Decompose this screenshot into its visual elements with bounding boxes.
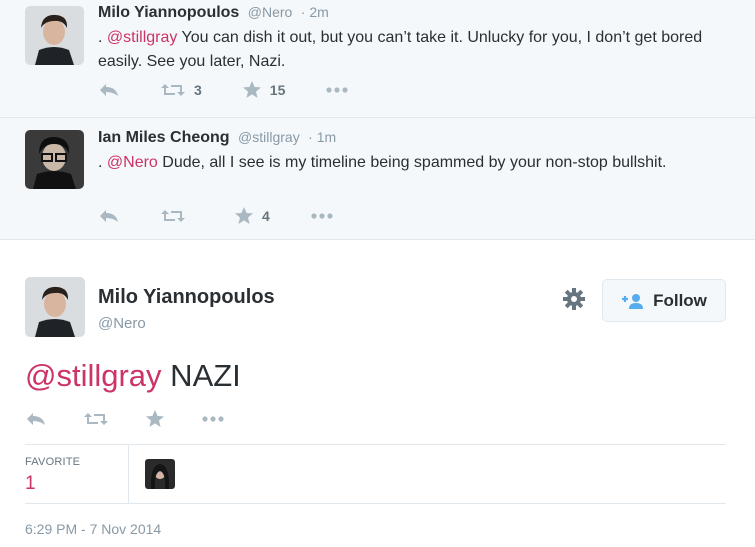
more-icon xyxy=(202,416,224,422)
tweet-timestamp[interactable]: 6:29 PM - 7 Nov 2014 xyxy=(25,521,161,537)
tweet-actions: 4 xyxy=(98,206,374,226)
user-name[interactable]: Milo Yiannopoulos xyxy=(98,4,239,21)
favoriter-avatar[interactable] xyxy=(145,459,175,489)
more-button[interactable] xyxy=(325,86,349,94)
text-prefix: . xyxy=(98,154,107,171)
tweet-actions: 3 15 xyxy=(98,80,389,100)
avatar[interactable] xyxy=(25,130,84,189)
reply-button[interactable] xyxy=(98,82,120,98)
settings-button[interactable] xyxy=(562,287,586,311)
avatar[interactable] xyxy=(25,277,85,337)
reply-icon xyxy=(100,84,118,96)
retweet-button[interactable] xyxy=(83,411,109,427)
more-icon xyxy=(311,213,333,219)
more-button[interactable] xyxy=(201,415,225,423)
favorite-button[interactable] xyxy=(145,410,165,428)
tweet-text: . @stillgray You can dish it out, but yo… xyxy=(98,26,738,74)
user-handle[interactable]: @Nero xyxy=(98,315,146,332)
favorite-icon xyxy=(146,410,164,427)
context-tweet-1[interactable]: Milo Yiannopoulos @Nero · 2m . @stillgra… xyxy=(0,0,755,118)
text-body: NAZI xyxy=(161,358,241,393)
user-name[interactable]: Ian Miles Cheong xyxy=(98,129,230,146)
mention-link[interactable]: @Nero xyxy=(107,154,158,171)
text-body: Dude, all I see is my timeline being spa… xyxy=(157,154,667,171)
reply-button[interactable] xyxy=(98,208,120,224)
tweet-time[interactable]: · 2m xyxy=(301,4,329,20)
retweet-icon xyxy=(161,84,185,96)
follow-button[interactable]: Follow xyxy=(602,279,726,322)
mention-link[interactable]: @stillgray xyxy=(25,358,162,393)
context-tweet-2[interactable]: Ian Miles Cheong @stillgray · 1m . @Nero… xyxy=(0,118,755,240)
reply-icon xyxy=(100,210,118,222)
mention-link[interactable]: @stillgray xyxy=(107,29,177,46)
more-icon xyxy=(326,87,348,93)
retweet-icon xyxy=(84,413,108,425)
follow-person-icon xyxy=(622,293,644,309)
favorite-count: 15 xyxy=(269,82,286,98)
favorite-icon xyxy=(242,81,261,98)
favorite-icon xyxy=(235,207,253,224)
gear-icon xyxy=(563,288,585,310)
favorite-stat-count[interactable]: 1 xyxy=(25,473,36,495)
reply-button[interactable] xyxy=(25,411,47,427)
tweet-time[interactable]: · 1m xyxy=(308,129,336,145)
retweet-count: 3 xyxy=(194,82,202,98)
user-handle[interactable]: @Nero xyxy=(248,4,293,20)
tweet-actions xyxy=(25,408,261,430)
user-handle[interactable]: @stillgray xyxy=(238,129,300,145)
favorite-stat-label: FAVORITE xyxy=(25,456,81,468)
reply-icon xyxy=(27,413,45,425)
retweet-button[interactable] xyxy=(160,208,194,224)
retweet-button[interactable]: 3 xyxy=(160,82,202,98)
tweet-text: @stillgray NAZI xyxy=(25,358,241,394)
retweet-icon xyxy=(161,210,185,222)
favorite-count: 4 xyxy=(262,208,270,224)
more-button[interactable] xyxy=(310,212,334,220)
tweet-text: . @Nero Dude, all I see is my timeline b… xyxy=(98,151,738,175)
tweet-header: Ian Miles Cheong @stillgray · 1m xyxy=(98,129,336,147)
tweet-header: Milo Yiannopoulos @Nero · 2m xyxy=(98,4,329,22)
user-name[interactable]: Milo Yiannopoulos xyxy=(98,286,275,309)
text-body: You can dish it out, but you can’t take … xyxy=(98,29,703,70)
text-prefix: . xyxy=(98,29,107,46)
tweet-stats: FAVORITE 1 xyxy=(25,444,726,504)
stat-divider xyxy=(128,445,129,503)
favorite-button[interactable]: 15 xyxy=(242,81,286,99)
follow-label: Follow xyxy=(653,290,707,310)
avatar[interactable] xyxy=(25,6,84,65)
favorite-button[interactable]: 4 xyxy=(234,207,270,225)
